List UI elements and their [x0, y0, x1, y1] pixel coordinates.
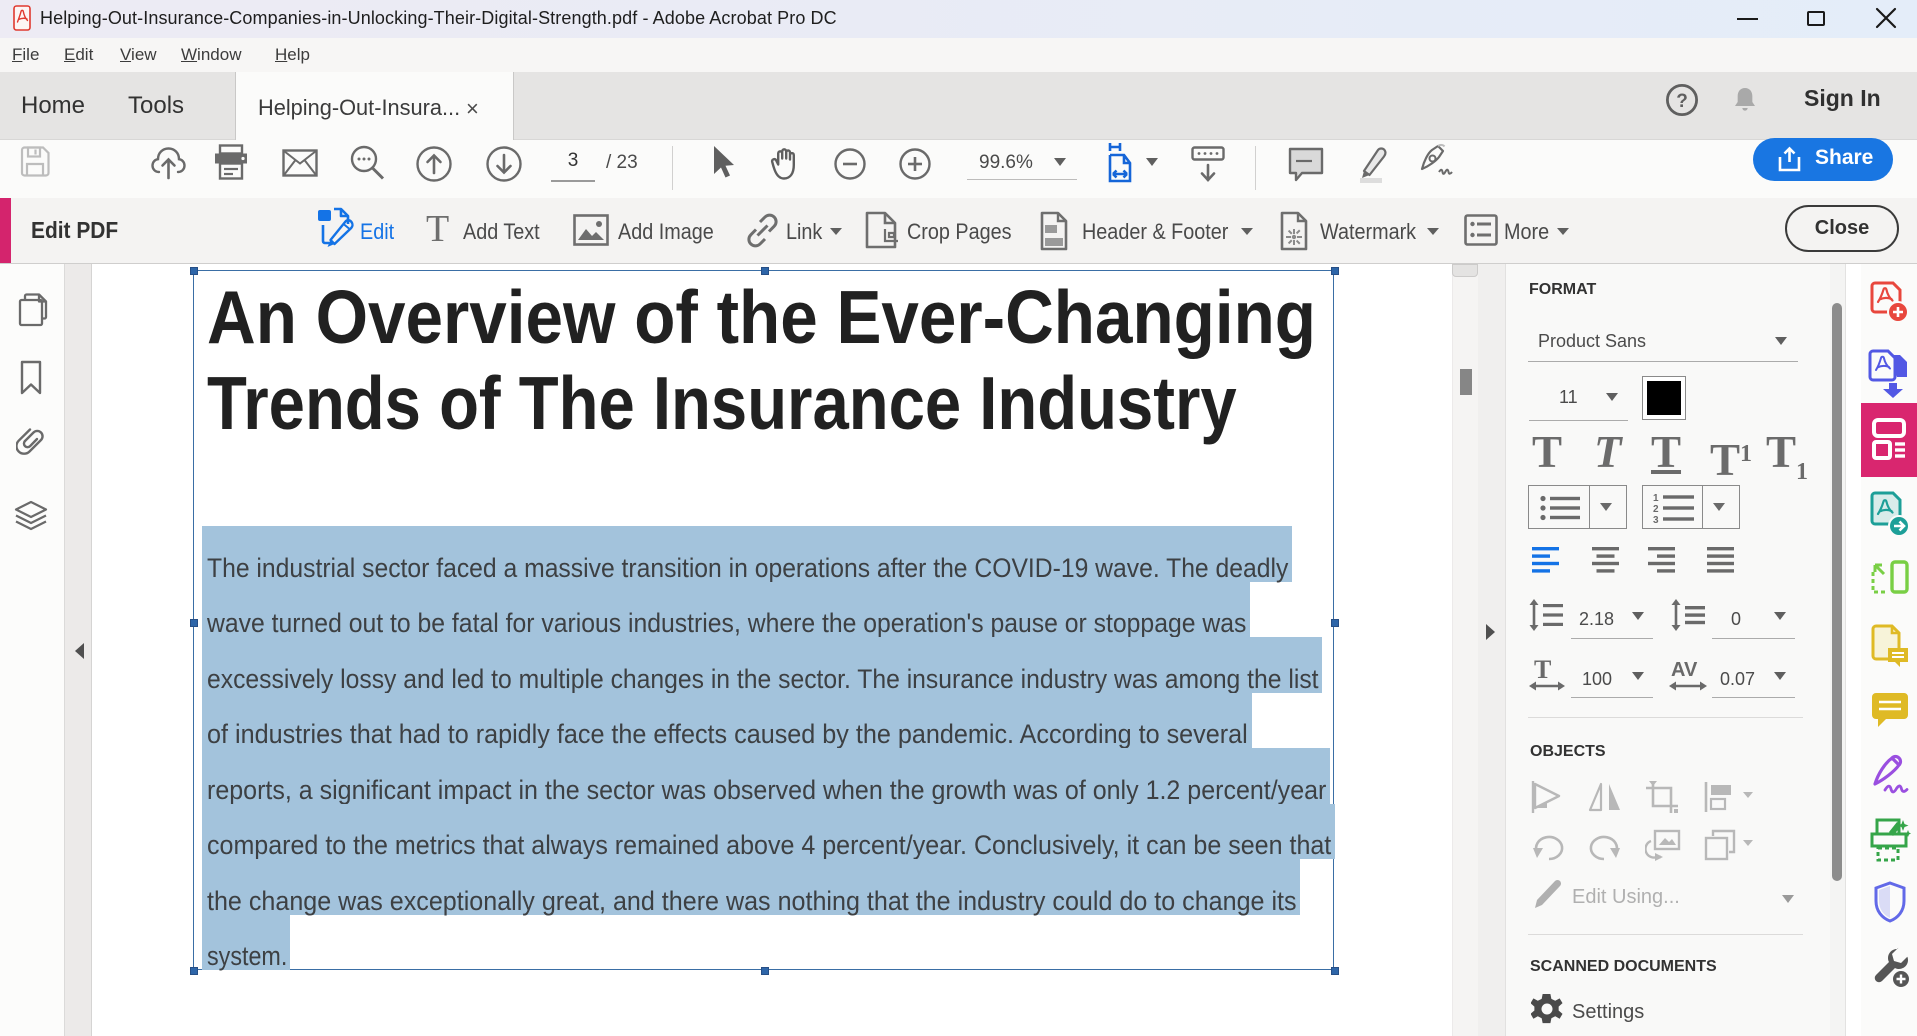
- svg-text:AV: AV: [1671, 659, 1698, 681]
- svg-text:T: T: [1534, 658, 1551, 684]
- svg-text:2: 2: [1653, 504, 1659, 515]
- svg-text:3: 3: [1653, 515, 1659, 524]
- svg-text:?: ?: [1676, 91, 1688, 112]
- svg-text:1: 1: [1653, 493, 1659, 504]
